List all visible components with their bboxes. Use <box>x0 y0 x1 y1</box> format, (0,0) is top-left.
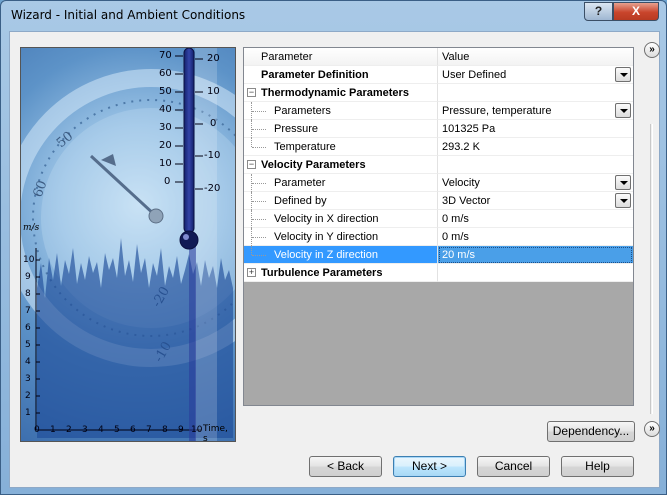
y-tick-6: 6 <box>25 323 31 333</box>
row-label: Defined by <box>274 195 327 207</box>
x-tick-7: 7 <box>146 425 152 435</box>
collapse-icon[interactable]: − <box>247 88 256 97</box>
x-tick-9: 9 <box>178 425 184 435</box>
row-velocity-z[interactable]: Velocity in Z direction 20 m/s <box>244 246 633 264</box>
x-tick-3: 3 <box>82 425 88 435</box>
column-header-parameter[interactable]: Parameter <box>244 48 438 66</box>
side-separator <box>650 124 653 414</box>
collapse-panel-button[interactable]: » <box>644 42 660 58</box>
x-tick-0: 0 <box>34 425 40 435</box>
window-title: Wizard - Initial and Ambient Conditions <box>11 8 246 22</box>
thermo-tick-r20: 20 <box>207 53 220 64</box>
thermo-tick-60: 60 <box>159 68 172 79</box>
close-button[interactable]: X <box>613 2 659 21</box>
row-value: Velocity <box>442 177 480 189</box>
dropdown-button[interactable] <box>615 193 631 208</box>
help-button[interactable]: Help <box>561 456 634 477</box>
y-axis-unit: m/s <box>23 223 40 233</box>
y-tick-10: 10 <box>23 255 35 265</box>
x-tick-5: 5 <box>114 425 120 435</box>
thermo-tick-50: 50 <box>159 86 172 97</box>
help-title-button[interactable]: ? <box>584 2 613 21</box>
dropdown-button[interactable] <box>615 67 631 82</box>
x-tick-4: 4 <box>98 425 104 435</box>
thermo-tick-30: 30 <box>159 122 172 133</box>
wizard-window: Wizard - Initial and Ambient Conditions … <box>0 0 667 495</box>
thermo-tick-20: 20 <box>159 140 172 151</box>
group-label: Velocity Parameters <box>261 159 366 171</box>
dropdown-button[interactable] <box>615 175 631 190</box>
group-turbulence-parameters[interactable]: + Turbulence Parameters <box>244 264 633 282</box>
row-value: 0 m/s <box>442 213 469 225</box>
dependency-button[interactable]: Dependency... <box>547 421 635 442</box>
expand-icon[interactable]: + <box>247 268 256 277</box>
row-velocity-y[interactable]: Velocity in Y direction 0 m/s <box>244 228 633 246</box>
y-tick-9: 9 <box>25 272 31 282</box>
cancel-button[interactable]: Cancel <box>477 456 550 477</box>
thermo-tick-r0: 0 <box>210 118 217 129</box>
group-thermodynamic-parameters[interactable]: − Thermodynamic Parameters <box>244 84 633 102</box>
row-label: Temperature <box>274 141 336 153</box>
group-label: Turbulence Parameters <box>261 267 383 279</box>
dropdown-button[interactable] <box>615 103 631 118</box>
group-velocity-parameters[interactable]: − Velocity Parameters <box>244 156 633 174</box>
column-header-value[interactable]: Value <box>438 48 633 66</box>
row-value-input[interactable]: 20 m/s <box>442 249 475 261</box>
x-tick-10: 10 <box>191 425 203 435</box>
back-button[interactable]: < Back <box>309 456 382 477</box>
row-value: User Defined <box>442 69 507 81</box>
group-label: Thermodynamic Parameters <box>261 87 409 99</box>
row-pressure[interactable]: Pressure 101325 Pa <box>244 120 633 138</box>
wizard-illustration: 50 60 -20 -10 <box>20 47 236 442</box>
y-tick-3: 3 <box>25 374 31 384</box>
thermo-tick-r10: 10 <box>207 86 220 97</box>
row-label: Velocity in Y direction <box>274 231 379 243</box>
thermo-tick-70: 70 <box>159 50 172 61</box>
row-parameter-definition[interactable]: Parameter Definition User Defined <box>244 66 633 84</box>
x-tick-1: 1 <box>50 425 56 435</box>
x-tick-2: 2 <box>66 425 72 435</box>
title-bar[interactable]: Wizard - Initial and Ambient Conditions … <box>1 1 666 31</box>
thermo-tick-0: 0 <box>164 176 171 187</box>
collapse-icon[interactable]: − <box>247 160 256 169</box>
y-tick-2: 2 <box>25 391 31 401</box>
row-parameter[interactable]: Parameter Velocity <box>244 174 633 192</box>
row-label: Velocity in X direction <box>274 213 379 225</box>
row-parameters[interactable]: Parameters Pressure, temperature <box>244 102 633 120</box>
row-value: Pressure, temperature <box>442 105 552 117</box>
y-tick-4: 4 <box>25 357 31 367</box>
row-velocity-x[interactable]: Velocity in X direction 0 m/s <box>244 210 633 228</box>
x-axis-unit: Time, s <box>203 424 228 442</box>
y-tick-7: 7 <box>25 306 31 316</box>
parameter-grid: Parameter Value Parameter Definition Use… <box>243 47 634 406</box>
y-tick-5: 5 <box>25 340 31 350</box>
row-label: Pressure <box>274 123 319 135</box>
row-value: 3D Vector <box>442 195 491 207</box>
wizard-client-area: 50 60 -20 -10 <box>9 31 660 488</box>
y-tick-1: 1 <box>25 408 31 418</box>
grid-header: Parameter Value <box>244 48 633 66</box>
thermo-tick-10: 10 <box>159 158 172 169</box>
y-tick-8: 8 <box>25 289 31 299</box>
thermo-tick-r-10: -10 <box>204 150 221 161</box>
row-temperature[interactable]: Temperature 293.2 K <box>244 138 633 156</box>
expand-panel-button[interactable]: » <box>644 421 660 437</box>
thermo-tick-40: 40 <box>159 104 172 115</box>
row-label: Parameters <box>274 105 331 117</box>
illustration-graphic: 50 60 -20 -10 <box>21 48 235 441</box>
row-value: 0 m/s <box>442 231 469 243</box>
row-label: Parameter Definition <box>261 69 369 81</box>
row-defined-by[interactable]: Defined by 3D Vector <box>244 192 633 210</box>
next-button[interactable]: Next > <box>393 456 466 477</box>
row-value: 101325 Pa <box>442 123 496 135</box>
x-tick-8: 8 <box>162 425 168 435</box>
thermo-tick-r-20: -20 <box>204 183 221 194</box>
row-label: Parameter <box>274 177 326 189</box>
row-value: 293.2 K <box>442 141 480 153</box>
x-tick-6: 6 <box>130 425 136 435</box>
row-label: Velocity in Z direction <box>274 249 378 261</box>
